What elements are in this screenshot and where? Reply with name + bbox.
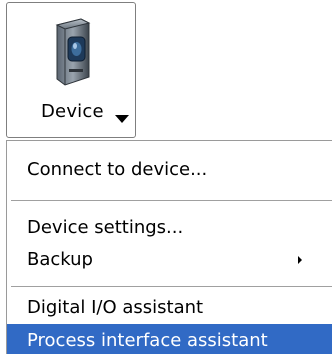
menu-item-label: Digital I/O assistant — [27, 297, 204, 318]
menu-item-label: Device settings... — [27, 217, 184, 238]
menu-item-backup[interactable]: Backup — [7, 243, 332, 277]
menu-item-process-interface-assistant[interactable]: Process interface assistant — [7, 324, 332, 354]
menu-item-label: Connect to device... — [27, 159, 208, 180]
menu-item-connect-to-device[interactable]: Connect to device... — [7, 153, 332, 187]
menu-separator — [11, 286, 332, 287]
submenu-arrow-icon — [298, 256, 302, 264]
menu-item-device-settings[interactable]: Device settings... — [7, 211, 332, 245]
device-button-label: Device — [41, 101, 104, 122]
device-dropdown-menu: Connect to device... Device settings... … — [6, 140, 332, 354]
device-camera-icon — [55, 18, 91, 86]
menu-item-label: Backup — [27, 249, 93, 270]
menu-separator — [11, 200, 332, 201]
screen: Device Connect to device... Device setti… — [0, 0, 332, 354]
device-toolbar-button[interactable]: Device — [6, 2, 136, 138]
dropdown-arrow-icon[interactable] — [115, 115, 129, 123]
menu-item-label: Process interface assistant — [27, 330, 268, 351]
menu-item-digital-io-assistant[interactable]: Digital I/O assistant — [7, 291, 332, 325]
